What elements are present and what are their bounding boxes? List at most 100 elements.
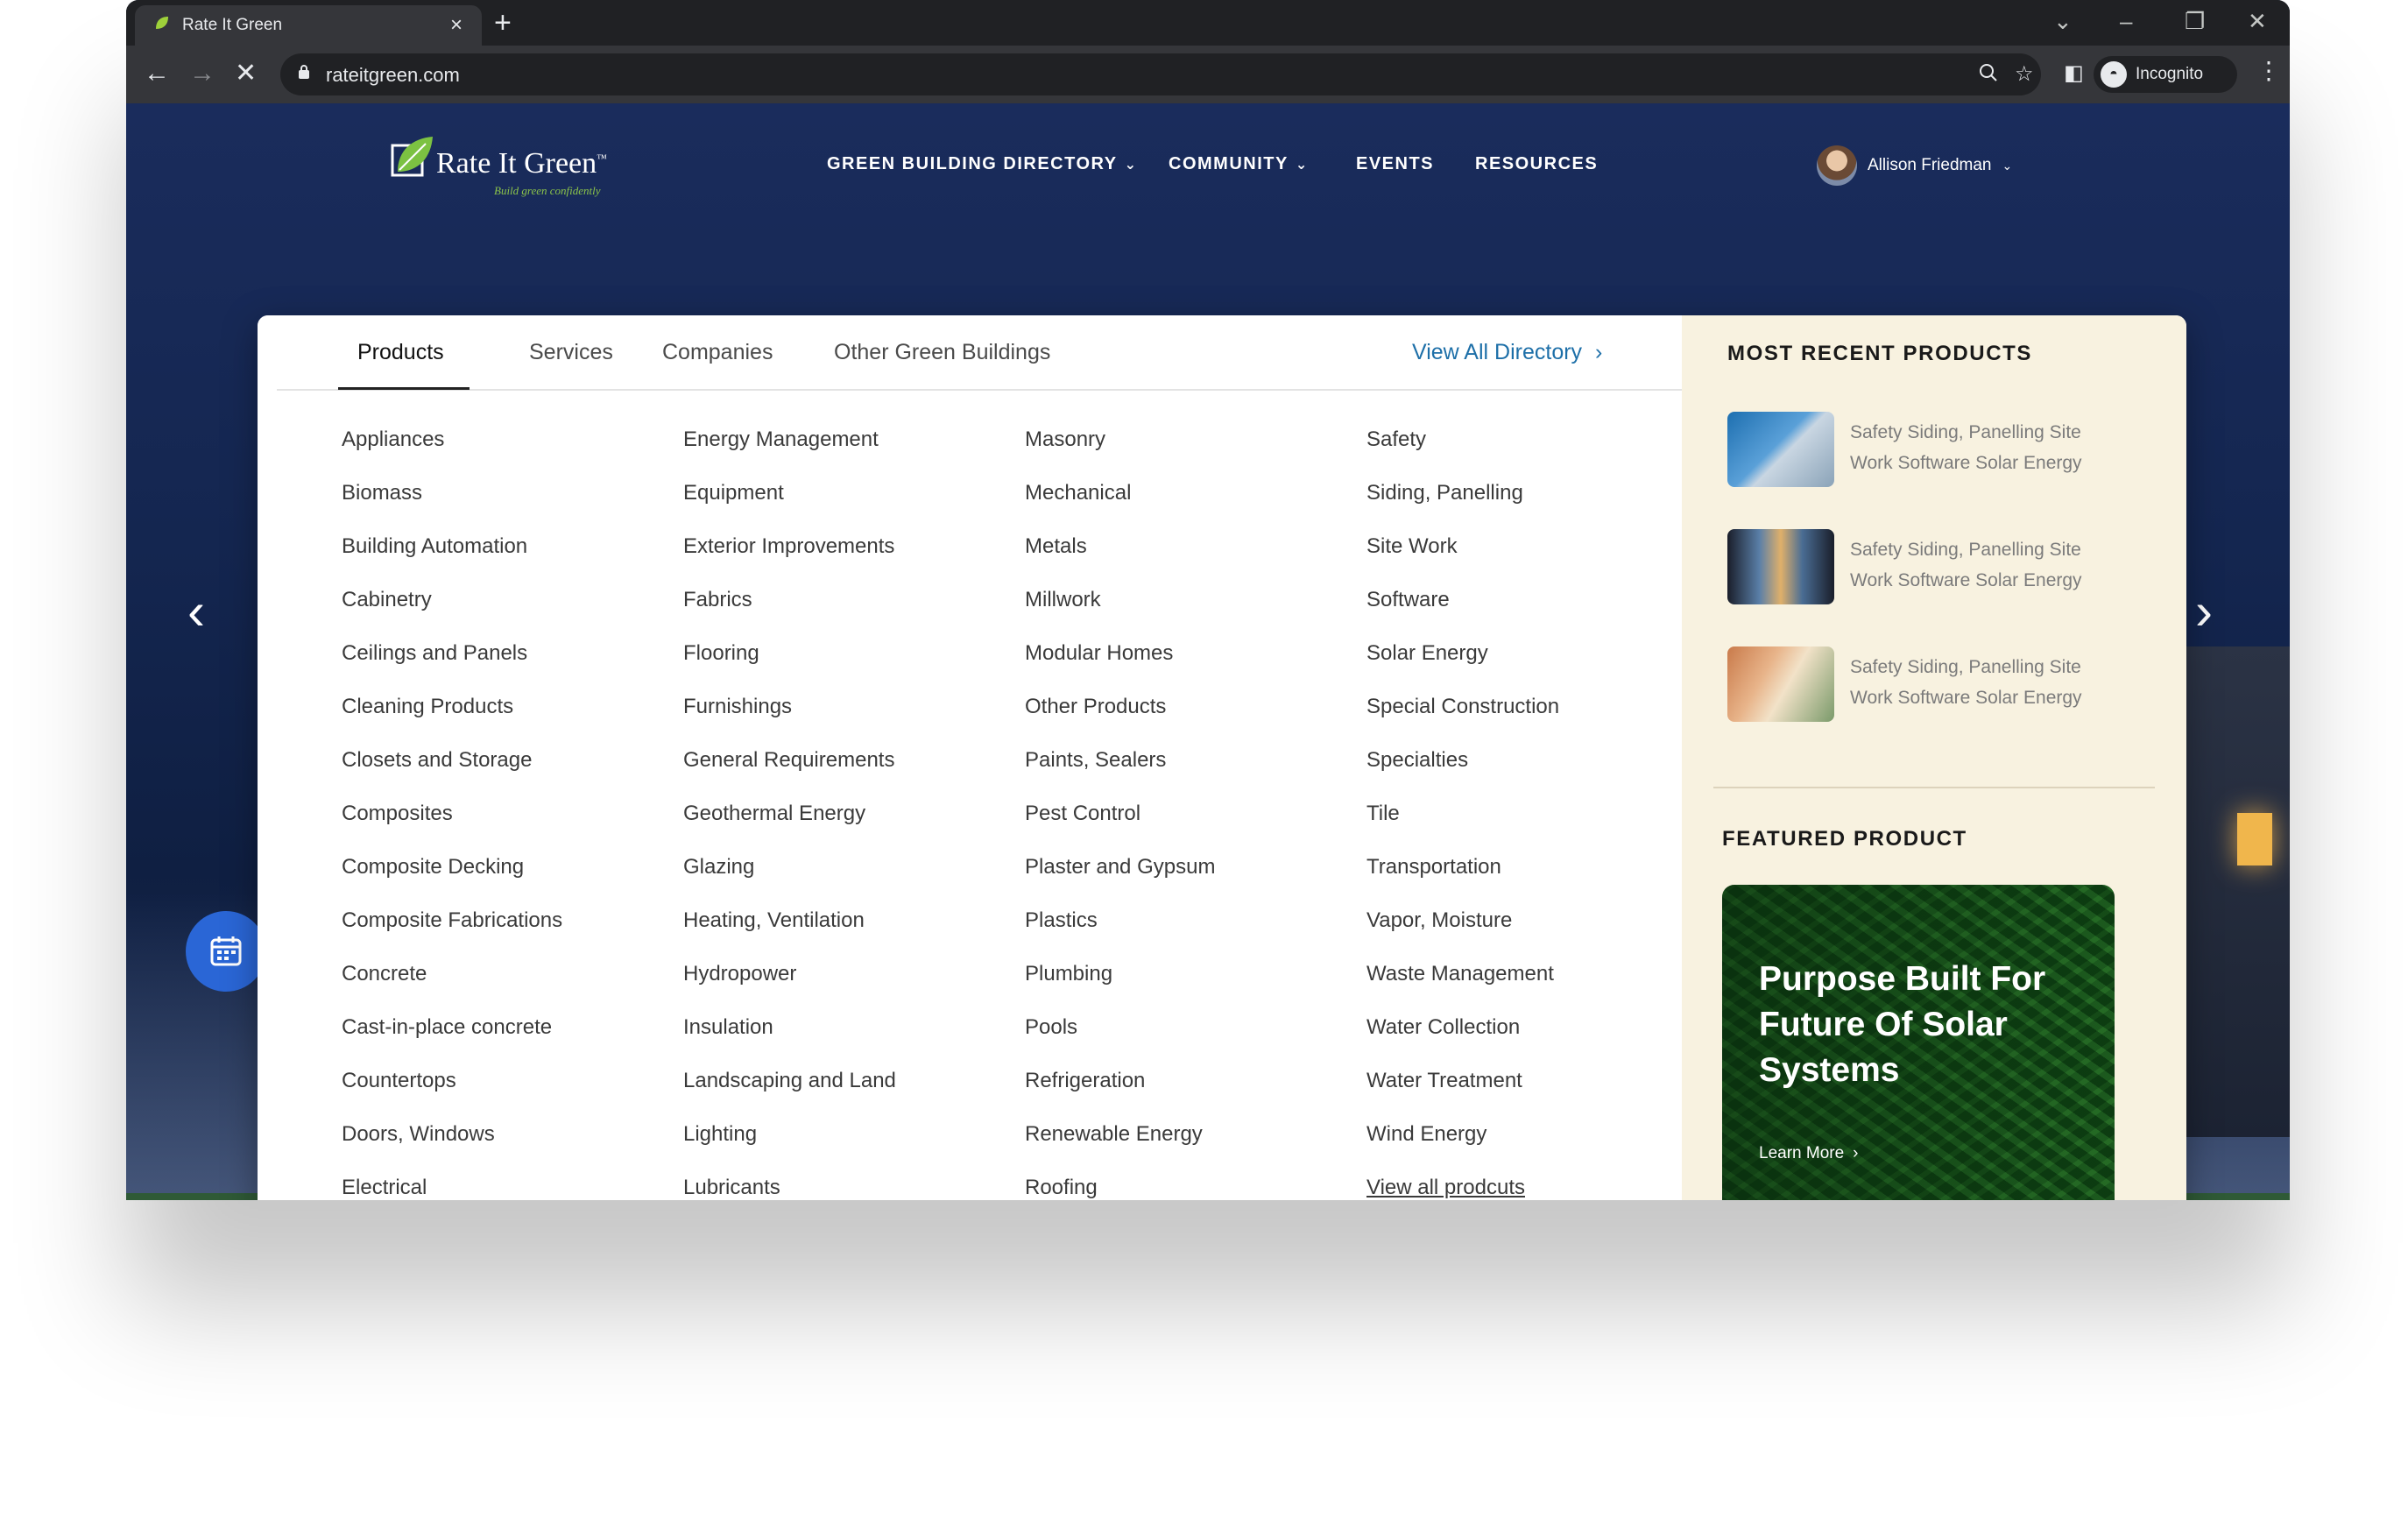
product-thumbnail xyxy=(1727,529,1834,604)
category-link[interactable]: Furnishings xyxy=(683,695,1016,748)
category-link[interactable]: Vapor, Moisture xyxy=(1366,908,1699,962)
category-link[interactable]: Water Treatment xyxy=(1366,1069,1699,1122)
category-link[interactable]: Specialties xyxy=(1366,748,1699,802)
back-icon[interactable]: ← xyxy=(144,54,170,93)
address-bar[interactable]: rateitgreen.com ☆ xyxy=(280,53,2041,95)
category-link[interactable]: Composites xyxy=(342,802,674,855)
category-link[interactable]: Metals xyxy=(1025,534,1358,588)
category-link[interactable]: Plastics xyxy=(1025,908,1358,962)
category-link[interactable]: Roofing xyxy=(1025,1176,1358,1200)
category-link[interactable]: Insulation xyxy=(683,1015,1016,1069)
close-window-icon[interactable]: ✕ xyxy=(2248,4,2267,39)
category-link[interactable]: Lighting xyxy=(683,1122,1016,1176)
category-link[interactable]: Cabinetry xyxy=(342,588,674,641)
category-link[interactable]: Millwork xyxy=(1025,588,1358,641)
category-link[interactable]: Other Products xyxy=(1025,695,1358,748)
category-link[interactable]: Countertops xyxy=(342,1069,674,1122)
view-all-directory-link[interactable]: View All Directory › xyxy=(1412,340,1602,365)
category-link[interactable]: Solar Energy xyxy=(1366,641,1699,695)
category-link[interactable]: Doors, Windows xyxy=(342,1122,674,1176)
url-text[interactable]: rateitgreen.com xyxy=(326,64,460,87)
directory-tabs: Products Services Companies Other Green … xyxy=(277,315,1682,391)
site-logo[interactable]: Rate It Green™ Build green confidently xyxy=(391,128,627,201)
tab-search-icon[interactable]: ⌄ xyxy=(2053,4,2073,39)
category-link[interactable]: Glazing xyxy=(683,855,1016,908)
nav-events[interactable]: EVENTS xyxy=(1356,154,1434,174)
category-link[interactable]: Concrete xyxy=(342,962,674,1015)
learn-more-link[interactable]: Learn More › xyxy=(1759,1144,1859,1163)
carousel-prev-icon[interactable]: ‹ xyxy=(187,585,205,638)
tab-strip: Rate It Green × + ⌄ – ❐ ✕ xyxy=(126,0,2290,46)
category-link[interactable]: Safety xyxy=(1366,427,1699,481)
category-link[interactable]: Tile xyxy=(1366,802,1699,855)
carousel-next-icon[interactable]: › xyxy=(2195,585,2213,638)
nav-green-building-directory[interactable]: GREEN BUILDING DIRECTORY ⌄ xyxy=(827,154,1137,174)
browser-tab[interactable]: Rate It Green × xyxy=(135,5,482,46)
category-link[interactable]: Composite Decking xyxy=(342,855,674,908)
incognito-profile-button[interactable]: ◓ Incognito xyxy=(2094,56,2237,93)
category-link[interactable]: Exterior Improvements xyxy=(683,534,1016,588)
new-tab-button[interactable]: + xyxy=(494,5,512,40)
restore-icon[interactable]: ❐ xyxy=(2185,4,2205,39)
close-tab-icon[interactable]: × xyxy=(450,13,463,38)
tab-other-green-buildings[interactable]: Other Green Buildings xyxy=(834,340,1050,365)
category-link[interactable]: Water Collection xyxy=(1366,1015,1699,1069)
category-link[interactable]: General Requirements xyxy=(683,748,1016,802)
category-link[interactable]: Plaster and Gypsum xyxy=(1025,855,1358,908)
category-link[interactable]: Hydropower xyxy=(683,962,1016,1015)
sidepanel-icon[interactable]: ◧ xyxy=(2064,54,2084,93)
category-link[interactable]: Closets and Storage xyxy=(342,748,674,802)
category-link[interactable]: Plumbing xyxy=(1025,962,1358,1015)
category-link[interactable]: Energy Management xyxy=(683,427,1016,481)
bookmark-star-icon[interactable]: ☆ xyxy=(2015,62,2034,87)
user-menu[interactable]: Allison Friedman ⌄ xyxy=(1817,145,2012,186)
category-link[interactable]: Modular Homes xyxy=(1025,641,1358,695)
most-recent-products-title: MOST RECENT PRODUCTS xyxy=(1727,342,2033,365)
category-link[interactable]: Cast-in-place concrete xyxy=(342,1015,674,1069)
category-link[interactable]: Renewable Energy xyxy=(1025,1122,1358,1176)
category-link[interactable]: Special Construction xyxy=(1366,695,1699,748)
nav-community[interactable]: COMMUNITY ⌄ xyxy=(1169,154,1309,174)
recent-product-card[interactable]: Safety Siding, Panelling Site Work Softwa… xyxy=(1727,529,2165,608)
zoom-icon[interactable] xyxy=(1978,62,1999,89)
recent-product-card[interactable]: Safety Siding, Panelling Site Work Softwa… xyxy=(1727,646,2165,725)
tab-products[interactable]: Products xyxy=(357,340,444,365)
category-link[interactable]: Heating, Ventilation xyxy=(683,908,1016,962)
category-link[interactable]: Masonry xyxy=(1025,427,1358,481)
category-link[interactable]: Transportation xyxy=(1366,855,1699,908)
recent-product-card[interactable]: Safety Siding, Panelling Site Work Softwa… xyxy=(1727,412,2165,491)
category-link[interactable]: Mechanical xyxy=(1025,481,1358,534)
category-link[interactable]: Equipment xyxy=(683,481,1016,534)
category-link[interactable]: Site Work xyxy=(1366,534,1699,588)
category-link[interactable]: Pools xyxy=(1025,1015,1358,1069)
category-link[interactable]: Cleaning Products xyxy=(342,695,674,748)
tab-services[interactable]: Services xyxy=(529,340,613,365)
category-link[interactable]: Appliances xyxy=(342,427,674,481)
calendar-button[interactable] xyxy=(186,911,266,992)
category-link[interactable]: Electrical xyxy=(342,1176,674,1200)
category-link[interactable]: Ceilings and Panels xyxy=(342,641,674,695)
view-all-products-link[interactable]: View all prodcuts xyxy=(1366,1176,1699,1200)
stop-loading-icon[interactable]: ✕ xyxy=(235,54,257,93)
nav-resources[interactable]: RESOURCES xyxy=(1475,154,1598,174)
category-link[interactable]: Flooring xyxy=(683,641,1016,695)
category-link[interactable]: Building Automation xyxy=(342,534,674,588)
category-link[interactable]: Landscaping and Land xyxy=(683,1069,1016,1122)
forward-icon[interactable]: → xyxy=(189,54,215,93)
category-link[interactable]: Siding, Panelling xyxy=(1366,481,1699,534)
category-link[interactable]: Fabrics xyxy=(683,588,1016,641)
category-link[interactable]: Wind Energy xyxy=(1366,1122,1699,1176)
minimize-icon[interactable]: – xyxy=(2120,4,2132,39)
browser-menu-icon[interactable]: ⋮ xyxy=(2256,58,2281,84)
category-link[interactable]: Lubricants xyxy=(683,1176,1016,1200)
featured-product-card[interactable]: Purpose Built For Future Of Solar System… xyxy=(1722,885,2115,1200)
category-link[interactable]: Biomass xyxy=(342,481,674,534)
category-link[interactable]: Software xyxy=(1366,588,1699,641)
tab-companies[interactable]: Companies xyxy=(662,340,773,365)
category-link[interactable]: Geothermal Energy xyxy=(683,802,1016,855)
category-link[interactable]: Composite Fabrications xyxy=(342,908,674,962)
category-link[interactable]: Paints, Sealers xyxy=(1025,748,1358,802)
category-link[interactable]: Pest Control xyxy=(1025,802,1358,855)
category-link[interactable]: Refrigeration xyxy=(1025,1069,1358,1122)
category-link[interactable]: Waste Management xyxy=(1366,962,1699,1015)
